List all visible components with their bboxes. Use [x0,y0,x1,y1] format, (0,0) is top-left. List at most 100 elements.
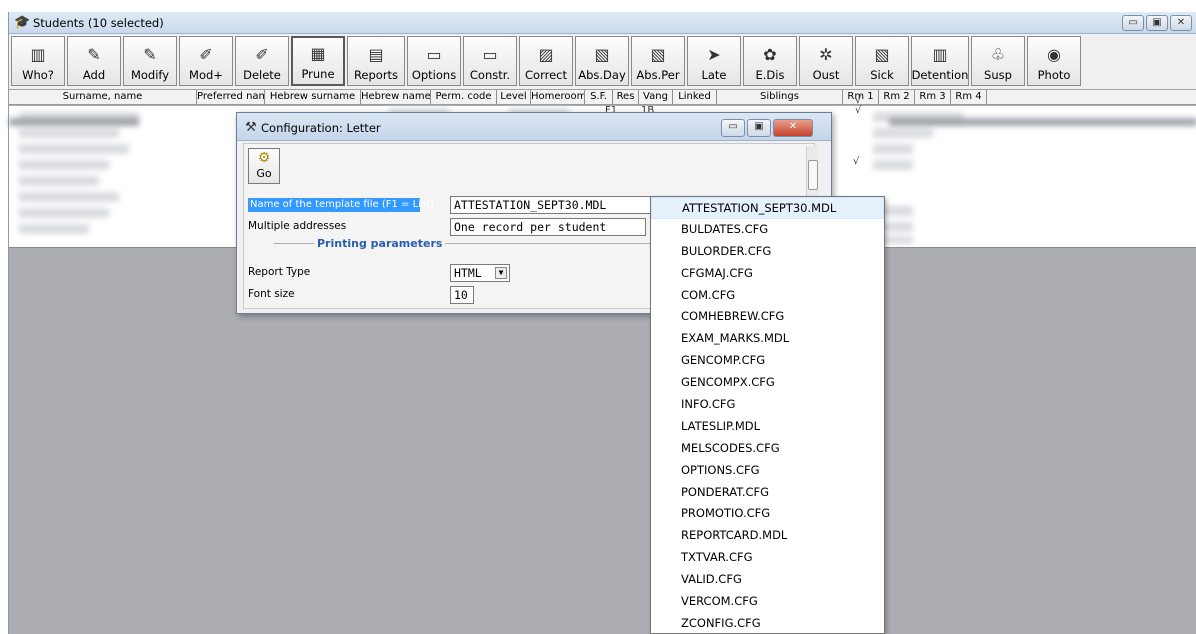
file-list-item[interactable]: OPTIONS.CFG [651,460,884,482]
column-header[interactable]: S.F. [585,90,613,104]
selected-row-highlight [9,118,139,126]
file-list-item[interactable]: ATTESTATION_SEPT30.MDL [651,197,884,219]
detention-button[interactable]: ▥ Detention [911,36,969,86]
go-button[interactable]: ⚙ Go [248,148,280,184]
file-list-item[interactable]: PONDERAT.CFG [651,482,884,504]
file-list-item[interactable]: GENCOMP.CFG [651,350,884,372]
maximize-button[interactable]: ▣ [1146,15,1168,31]
window-title: Students (10 selected) [33,16,164,30]
palm-tree-icon: ✲ [819,45,833,64]
reports-button[interactable]: ▤ Reports [347,36,405,86]
file-list-item[interactable]: COM.CFG [651,285,884,307]
report-type-label: Report Type [248,266,311,278]
file-list-item[interactable]: BULDATES.CFG [651,219,884,241]
dialog-controls: ▭ ▣ ✕ [721,119,813,137]
delete-button[interactable]: ✐ Delete [235,36,289,86]
column-header[interactable]: Rm 2 [879,90,915,104]
dialog-minimize-button[interactable]: ▭ [721,119,745,137]
graduation-cap-icon: 🎓 [14,15,31,30]
file-list-item[interactable]: TXTVAR.CFG [651,547,884,569]
close-button[interactable]: ✕ [1170,15,1192,31]
photo-button[interactable]: ◉ Photo [1027,36,1081,86]
modify-button[interactable]: ✎ Modify [123,36,177,86]
absence-period-icon: ▧ [650,45,666,64]
camera-icon: ◉ [1047,45,1061,64]
e-dis-button[interactable]: ✿ E.Dis [743,36,797,86]
constr-button[interactable]: ▭ Constr. [463,36,517,86]
toolbar-button-label: Add [82,68,106,82]
blurred-row [19,128,119,138]
dialog-maximize-button[interactable]: ▣ [747,119,771,137]
column-header[interactable]: Siblings [717,90,843,104]
gears-icon: ⚙ [257,150,271,166]
file-list-item[interactable]: REPORTCARD.MDL [651,525,884,547]
column-header[interactable]: Hebrew name [361,90,431,104]
file-list-item[interactable]: COMHEBREW.CFG [651,306,884,328]
toolbar-button-label: Options [411,68,457,82]
add-button[interactable]: ✎ Add [67,36,121,86]
file-list-item[interactable]: INFO.CFG [651,394,884,416]
window-titlebar[interactable]: 🎓 Students (10 selected) ▭ ▣ ✕ [9,12,1196,34]
multiple-addresses-label: Multiple addresses [248,220,347,232]
late-button[interactable]: ➤ Late [687,36,741,86]
file-list-item[interactable]: ZCONFIG.CFG [651,613,884,634]
file-list-item[interactable]: EXAM_MARKS.MDL [651,328,884,350]
file-list-item[interactable]: MELSCODES.CFG [651,438,884,460]
file-list-item[interactable]: CFGMAJ.CFG [651,263,884,285]
mod-button[interactable]: ✐ Mod+ [179,36,233,86]
template-file-label: Name of the template file (F1 = List) [248,198,434,212]
susp-button[interactable]: ♧ Susp [971,36,1025,86]
font-size-label: Font size [248,288,295,300]
multi-pen-icon: ✐ [199,45,213,64]
column-header[interactable]: Perm. code [431,90,497,104]
printing-parameters-heading: Printing parameters [314,237,446,250]
font-size-input[interactable]: 10 [450,286,474,304]
toolbar-button-label: Who? [22,68,54,82]
blurred-row [19,208,109,218]
column-header[interactable]: Rm 4 [951,90,987,104]
sick-button[interactable]: ▧ Sick [855,36,909,86]
file-list-item[interactable]: PROMOTIO.CFG [651,503,884,525]
multiple-addresses-input[interactable]: One record per student [450,218,646,236]
column-header[interactable]: Level [497,90,531,104]
file-list-item[interactable]: VALID.CFG [651,569,884,591]
sick-icon: ▧ [874,45,890,64]
chevron-down-icon[interactable]: ▼ [495,267,507,279]
scrollbar-thumb[interactable] [808,160,818,190]
options-button[interactable]: ▭ Options [407,36,461,86]
linked-check: √ [853,156,860,167]
column-header[interactable]: Linked [673,90,717,104]
minimize-button[interactable]: ▭ [1122,15,1144,31]
butterfly-icon: ✿ [763,45,777,64]
dialog-close-button[interactable]: ✕ [773,119,813,137]
file-list-item[interactable]: VERCOM.CFG [651,591,884,613]
detention-icon: ▥ [932,45,948,64]
column-header[interactable]: Homeroom [531,90,585,104]
file-list-item[interactable]: GENCOMPX.CFG [651,372,884,394]
dialog-titlebar[interactable]: ⚒ Configuration: Letter ▭ ▣ ✕ [237,113,831,141]
construct-icon: ▭ [482,45,498,64]
column-header[interactable]: Preferred name [197,90,265,104]
file-list-item[interactable]: LATESLIP.MDL [651,416,884,438]
oust-button[interactable]: ✲ Oust [799,36,853,86]
who-button[interactable]: ▥ Who? [11,36,65,86]
blurred-row [19,192,119,202]
column-header[interactable]: Surname, name [9,90,197,104]
column-header[interactable]: Hebrew surname [265,90,361,104]
selected-row-highlight [889,118,1196,126]
prune-button[interactable]: ▦ Prune [291,36,345,86]
file-list-item[interactable]: BULORDER.CFG [651,241,884,263]
column-header[interactable]: Vang [639,90,673,104]
correct-button[interactable]: ▨ Correct [519,36,573,86]
blurred-row [19,144,129,154]
report-type-select[interactable]: HTML ▼ [450,264,510,282]
column-header[interactable]: Rm 3 [915,90,951,104]
toolbar-button-label: Prune [301,67,335,81]
abs-per-button[interactable]: ▧ Abs.Per [631,36,685,86]
template-file-dropdown[interactable]: ATTESTATION_SEPT30.MDL BULDATES.CFG BULORD… [650,196,885,634]
blurred-cell [873,128,933,138]
toolbar-button-label: Constr. [469,68,511,82]
column-header[interactable]: Res [613,90,639,104]
abs-day-button[interactable]: ▧ Abs.Day [575,36,629,86]
report-type-value: HTML [454,266,482,280]
